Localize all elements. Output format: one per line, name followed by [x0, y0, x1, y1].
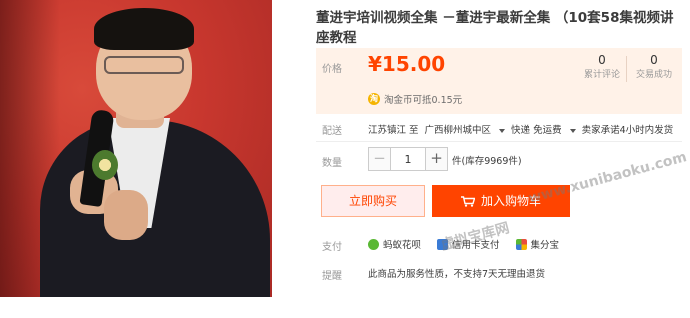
shipping-label: 配送 [322, 126, 342, 137]
product-photo[interactable] [0, 0, 272, 297]
payment-label: 支付 [322, 242, 342, 253]
payment-huabei-label: 蚂蚁花呗 [383, 240, 422, 251]
buy-now-button[interactable]: 立即购买 [321, 185, 425, 217]
watermark-url: www.xunibaoku.com [526, 149, 689, 207]
chevron-down-icon [499, 128, 506, 133]
stat-divider [626, 56, 627, 82]
quantity-increase-button[interactable]: + [425, 148, 447, 170]
payment-huabei: 蚂蚁花呗 [368, 237, 421, 251]
photo-hand-second [104, 190, 148, 240]
ship-to-selector[interactable]: 广西柳州城中区 [425, 122, 506, 136]
ship-to: 广西柳州城中区 [424, 125, 492, 136]
product-page: 董进宇培训视频全集 －董进宇最新全集 （10套58集视频讲座教程 价格 ¥15.… [0, 0, 690, 318]
ship-from: 江苏镇江 至 [368, 125, 419, 136]
review-count-number: 0 [598, 53, 606, 67]
price-label: 价格 [322, 64, 342, 75]
ship-promise: 卖家承诺4小时内发货 [581, 125, 674, 136]
quantity-label: 数量 [322, 158, 342, 169]
coin-text: 淘金币可抵0.15元 [384, 95, 463, 106]
stock-text: 件(库存9969件) [452, 156, 522, 167]
photo-glasses [104, 56, 184, 74]
notice-label: 提醒 [322, 271, 342, 282]
shipping-row: 江苏镇江 至 广西柳州城中区 快递 免运费 卖家承诺4小时内发货 [368, 122, 679, 136]
quantity-decrease-button[interactable]: − [369, 148, 391, 170]
coin-icon: 淘 [368, 93, 380, 105]
product-title: 董进宇培训视频全集 －董进宇最新全集 （10套58集视频讲座教程 [316, 10, 674, 46]
payment-jifenbao: 集分宝 [515, 237, 560, 251]
ship-method-selector[interactable]: 快递 免运费 [511, 122, 576, 136]
huabei-icon [368, 238, 379, 250]
review-count-label: 累计评论 [583, 70, 620, 80]
sales-count-number: 0 [650, 53, 658, 67]
taobao-coin-row: 淘 淘金币可抵0.15元 [368, 92, 462, 106]
divider [316, 141, 682, 142]
chevron-down-icon [569, 128, 576, 133]
quantity-input[interactable] [391, 148, 425, 170]
payment-jifenbao-label: 集分宝 [530, 240, 560, 251]
sales-count[interactable]: 0 交易成功 [628, 52, 680, 82]
ship-method: 快递 免运费 [511, 125, 562, 136]
photo-hair [94, 8, 194, 50]
price-box: 价格 ¥15.00 0 累计评论 0 交易成功 淘 淘金币可抵0.15元 [316, 48, 682, 114]
notice-text: 此商品为服务性质，不支持7天无理由退货 [368, 269, 546, 280]
jifenbao-icon [515, 238, 527, 250]
photo-flower [92, 150, 118, 180]
sales-count-label: 交易成功 [635, 70, 672, 80]
review-count[interactable]: 0 累计评论 [576, 52, 628, 82]
price-value: ¥15.00 [368, 52, 446, 76]
quantity-stepper: − + [368, 147, 448, 171]
cart-icon [460, 195, 475, 207]
